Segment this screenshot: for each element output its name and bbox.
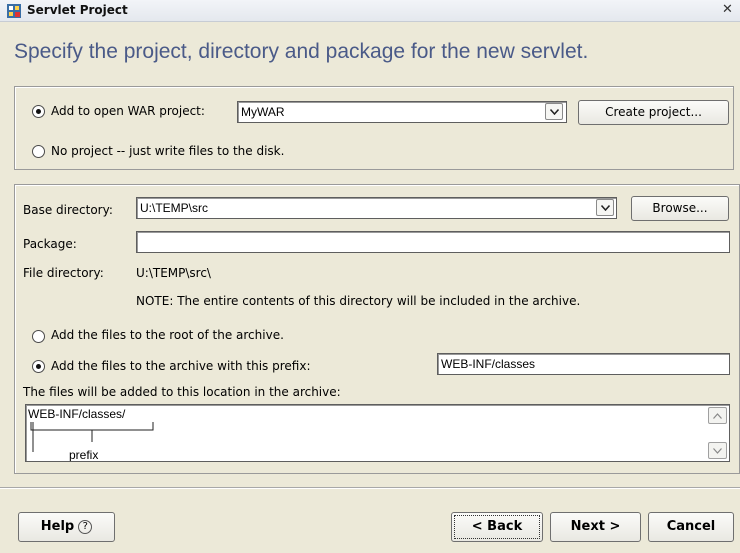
archive-note: NOTE: The entire contents of this direct…	[136, 294, 581, 308]
cancel-button[interactable]: Cancel	[648, 512, 734, 542]
help-icon: ?	[78, 520, 93, 534]
servlet-project-icon	[7, 4, 21, 18]
war-dropdown-button[interactable]	[545, 103, 563, 120]
window-title: Servlet Project	[27, 3, 128, 17]
back-button[interactable]: < Back	[451, 512, 543, 542]
scroll-up-button[interactable]	[708, 407, 727, 424]
add-to-war-radio[interactable]	[32, 105, 45, 118]
base-directory-select[interactable]: U:\TEMP\src	[136, 197, 617, 219]
browse-button[interactable]: Browse...	[631, 196, 729, 221]
base-directory-value: U:\TEMP\src	[140, 201, 208, 215]
preview-scrollbar[interactable]	[708, 407, 727, 459]
package-input[interactable]	[136, 231, 730, 253]
add-to-war-label: Add to open WAR project:	[51, 104, 205, 118]
archive-path-text: WEB-INF/classes/	[28, 407, 126, 421]
prefix-archive-label: Add the files to the archive with this p…	[51, 359, 311, 373]
create-project-button[interactable]: Create project...	[578, 100, 729, 125]
help-button[interactable]: Help?	[18, 512, 115, 542]
chevron-down-icon	[550, 109, 559, 115]
chevron-down-icon	[713, 448, 722, 454]
prefix-value: WEB-INF/classes	[441, 357, 536, 371]
help-label: Help	[40, 519, 75, 534]
war-project-select[interactable]: MyWAR	[237, 101, 567, 123]
root-archive-radio[interactable]	[32, 330, 45, 343]
close-icon: ✕	[722, 2, 733, 17]
archive-location-label: The files will be added to this location…	[23, 385, 341, 399]
next-button[interactable]: Next >	[550, 512, 641, 542]
close-button[interactable]: ✕	[720, 3, 735, 18]
chevron-down-icon	[601, 205, 610, 211]
root-archive-label: Add the files to the root of the archive…	[51, 328, 284, 342]
archive-location-preview: WEB-INF/classes/ prefix	[25, 404, 730, 462]
base-directory-label: Base directory:	[23, 203, 113, 217]
scroll-down-button[interactable]	[708, 442, 727, 459]
prefix-input[interactable]: WEB-INF/classes	[437, 353, 730, 375]
chevron-up-icon	[713, 413, 722, 419]
prefix-archive-radio[interactable]	[32, 360, 45, 373]
footer-separator	[0, 487, 740, 489]
title-bar: Servlet Project ✕	[0, 0, 740, 22]
file-directory-value: U:\TEMP\src\	[136, 266, 211, 280]
no-project-label: No project -- just write files to the di…	[51, 144, 285, 158]
war-project-value: MyWAR	[241, 105, 285, 119]
page-title: Specify the project, directory and packa…	[14, 40, 589, 63]
package-label: Package:	[23, 237, 77, 251]
no-project-radio[interactable]	[32, 145, 45, 158]
prefix-caption: prefix	[69, 448, 99, 462]
file-directory-label: File directory:	[23, 266, 104, 280]
base-directory-dropdown-button[interactable]	[596, 199, 614, 216]
